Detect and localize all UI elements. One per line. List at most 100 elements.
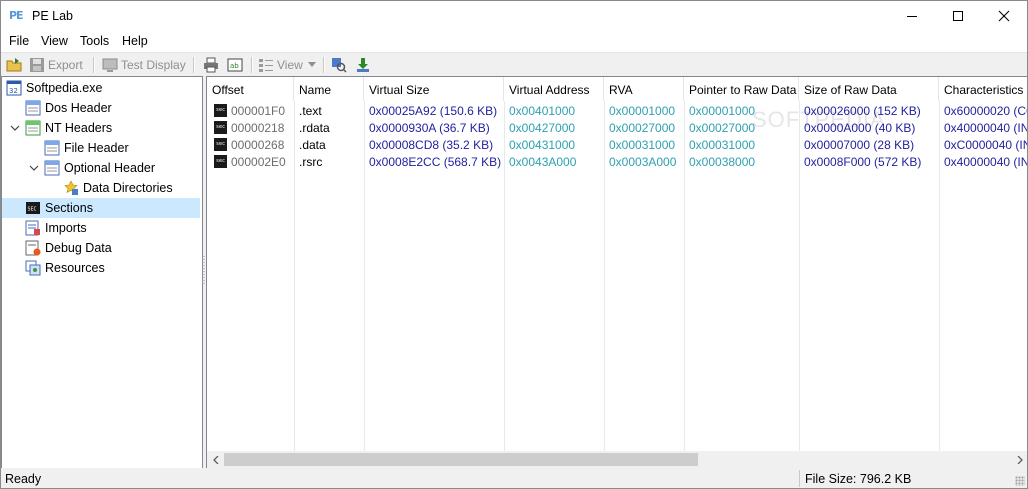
column-header-name[interactable]: Name bbox=[294, 77, 364, 101]
tree-item-root[interactable]: 32 Softpedia.exe bbox=[6, 78, 200, 98]
open-folder-icon bbox=[6, 57, 22, 71]
cell-size-raw: 0x00026000 (152 KB) bbox=[804, 104, 921, 118]
cell-pointer-raw: 0x00027000 bbox=[689, 121, 756, 135]
cell-size-raw: 0x0008F000 (572 KB) bbox=[804, 155, 922, 169]
table-header: Offset Name Virtual Size Virtual Address… bbox=[207, 77, 1027, 101]
tree-item-optional-header[interactable]: Optional Header bbox=[44, 158, 200, 178]
tree-item-label: NT Headers bbox=[45, 121, 113, 135]
status-text: Ready bbox=[5, 472, 42, 486]
column-header-rva[interactable]: RVA bbox=[604, 77, 684, 101]
scroll-left-button[interactable] bbox=[207, 451, 224, 468]
cell-pointer-raw: 0x00031000 bbox=[689, 138, 756, 152]
column-header-characteristics[interactable]: Characteristics bbox=[939, 77, 1027, 101]
maximize-button[interactable] bbox=[935, 1, 981, 31]
cell-characteristics: 0xC0000040 (INI bbox=[944, 138, 1028, 152]
cell-offset: 000001F0 bbox=[231, 104, 286, 118]
export-button[interactable]: Export bbox=[29, 55, 83, 74]
chevron-right-icon bbox=[1017, 455, 1023, 464]
toolbar-separator bbox=[323, 57, 325, 73]
print-button[interactable] bbox=[203, 55, 222, 74]
cell-virtual-address: 0x00431000 bbox=[509, 138, 576, 152]
toolbar-separator bbox=[251, 57, 253, 73]
cell-characteristics: 0x40000040 (INI bbox=[944, 121, 1028, 135]
pane-splitter[interactable] bbox=[202, 256, 205, 286]
tree-item-imports[interactable]: Imports bbox=[25, 218, 200, 238]
tree-item-label: Optional Header bbox=[64, 161, 156, 175]
imports-icon bbox=[25, 220, 40, 236]
maximize-icon bbox=[953, 11, 963, 21]
column-header-offset[interactable]: Offset bbox=[207, 77, 294, 101]
view-list-icon bbox=[259, 58, 273, 72]
column-header-size-raw[interactable]: Size of Raw Data bbox=[799, 77, 939, 101]
header-icon bbox=[25, 100, 41, 116]
svg-text:32: 32 bbox=[9, 87, 18, 95]
tree-item-label: Imports bbox=[45, 221, 87, 235]
print-icon bbox=[204, 57, 218, 72]
tree-item-nt-headers[interactable]: NT Headers bbox=[25, 118, 200, 138]
cell-offset: 00000268 bbox=[231, 138, 285, 152]
cell-offset: 00000218 bbox=[231, 121, 285, 135]
tree-item-resources[interactable]: Resources bbox=[25, 258, 200, 278]
resize-grip[interactable] bbox=[1015, 476, 1025, 486]
test-display-button[interactable]: Test Display bbox=[102, 55, 186, 74]
column-header-pointer-raw[interactable]: Pointer to Raw Data bbox=[684, 77, 799, 101]
tree-item-dos-header[interactable]: Dos Header bbox=[25, 98, 200, 118]
menu-help[interactable]: Help bbox=[122, 34, 148, 48]
svg-text:SEC: SEC bbox=[28, 207, 37, 213]
cell-name: .text bbox=[299, 104, 322, 118]
horizontal-scrollbar[interactable] bbox=[207, 451, 1027, 468]
scrollbar-thumb[interactable] bbox=[224, 453, 698, 466]
header-icon bbox=[44, 140, 60, 156]
view-label: View bbox=[277, 57, 303, 72]
tree-item-sections[interactable]: SEC Sections bbox=[2, 198, 200, 218]
chevron-down-icon[interactable] bbox=[10, 123, 20, 133]
tree-item-file-header[interactable]: File Header bbox=[44, 138, 200, 158]
table-row[interactable]: sec 000002E0 .rsrc 0x0008E2CC (568.7 KB)… bbox=[207, 154, 1027, 171]
hex-button[interactable]: ab bbox=[227, 55, 246, 74]
cell-rva: 0x00001000 bbox=[609, 104, 676, 118]
tree-item-debug-data[interactable]: Debug Data bbox=[25, 238, 200, 258]
app-logo-icon: PE bbox=[9, 9, 24, 22]
cell-virtual-address: 0x00427000 bbox=[509, 121, 576, 135]
minimize-button[interactable] bbox=[889, 1, 935, 31]
toolbar: Export Test Display ab View bbox=[1, 52, 1027, 76]
column-header-virtual-size[interactable]: Virtual Size bbox=[364, 77, 504, 101]
cell-virtual-size: 0x0000930A (36.7 KB) bbox=[369, 121, 490, 135]
chevron-down-icon[interactable] bbox=[29, 163, 39, 173]
menu-tools[interactable]: Tools bbox=[80, 34, 109, 48]
search-icon bbox=[332, 57, 347, 73]
test-display-label: Test Display bbox=[121, 57, 186, 72]
dropdown-arrow-icon bbox=[307, 62, 316, 67]
close-icon bbox=[998, 10, 1010, 22]
table-row[interactable]: sec 00000218 .rdata 0x0000930A (36.7 KB)… bbox=[207, 120, 1028, 137]
tree-item-label: Dos Header bbox=[45, 101, 112, 115]
table-row[interactable]: sec 00000268 .data 0x00008CD8 (35.2 KB) … bbox=[207, 137, 1028, 154]
view-dropdown-button[interactable]: View bbox=[258, 55, 316, 74]
resources-icon bbox=[25, 260, 41, 276]
cell-virtual-size: 0x00008CD8 (35.2 KB) bbox=[369, 138, 494, 152]
tree-item-data-directories[interactable]: Data Directories bbox=[63, 178, 200, 198]
scroll-right-button[interactable] bbox=[1011, 451, 1027, 468]
download-button[interactable] bbox=[355, 55, 374, 74]
table-row[interactable]: sec 000001F0 .text 0x00025A92 (150.6 KB)… bbox=[207, 103, 1027, 120]
search-button[interactable] bbox=[331, 55, 350, 74]
status-divider bbox=[799, 470, 800, 487]
tree-item-label: Softpedia.exe bbox=[26, 81, 103, 95]
open-file-button[interactable] bbox=[6, 55, 25, 74]
directories-icon bbox=[64, 180, 78, 195]
menu-file[interactable]: File bbox=[9, 34, 29, 48]
display-icon bbox=[102, 58, 118, 72]
tree-item-label: Data Directories bbox=[83, 181, 173, 195]
column-header-virtual-address[interactable]: Virtual Address bbox=[504, 77, 604, 101]
toolbar-separator bbox=[93, 57, 95, 73]
tree-item-label: Resources bbox=[45, 261, 105, 275]
close-button[interactable] bbox=[981, 1, 1027, 31]
cell-size-raw: 0x00007000 (28 KB) bbox=[804, 138, 915, 152]
cell-virtual-size: 0x00025A92 (150.6 KB) bbox=[369, 104, 498, 118]
cell-offset: 000002E0 bbox=[231, 155, 286, 169]
menu-view[interactable]: View bbox=[41, 34, 68, 48]
exe-icon: 32 bbox=[6, 80, 22, 96]
tree-item-label: File Header bbox=[64, 141, 129, 155]
header-icon bbox=[44, 160, 60, 176]
status-bar: Ready File Size: 796.2 KB bbox=[1, 468, 1027, 488]
